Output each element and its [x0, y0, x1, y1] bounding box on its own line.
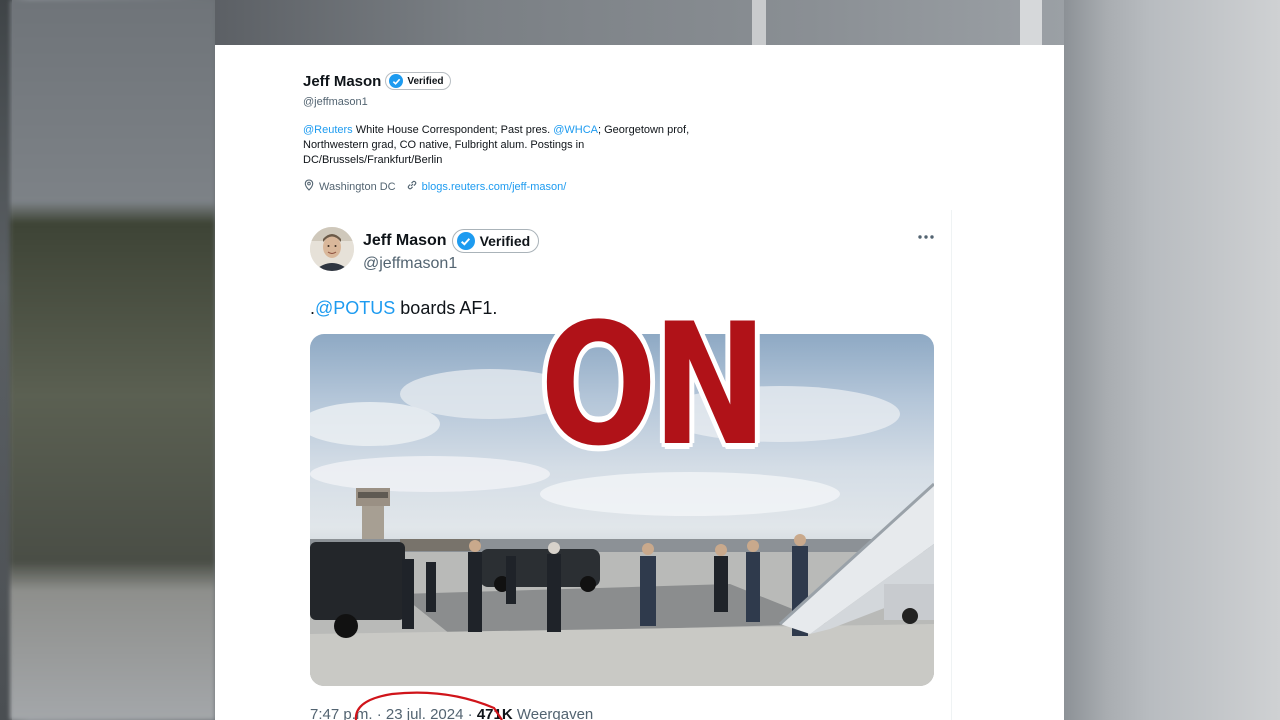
verified-badge[interactable]: Verified	[385, 72, 451, 90]
more-options-icon[interactable]	[917, 227, 935, 245]
verified-check-icon	[389, 74, 404, 88]
tweet-author: Jeff Mason Verified @jeffmason1	[363, 227, 540, 273]
background-post	[752, 0, 766, 45]
overlay-caption: ON	[540, 287, 767, 483]
background-left	[10, 0, 215, 720]
profile-name-row: Jeff Mason Verified	[303, 69, 823, 93]
tweet-author-handle[interactable]: @jeffmason1	[363, 255, 539, 273]
profile-bio: @Reuters White House Correspondent; Past…	[303, 123, 723, 168]
verified-label: Verified	[479, 233, 531, 249]
tweet-author-name[interactable]: Jeff Mason	[363, 232, 447, 250]
bio-mention-whca[interactable]: @WHCA	[553, 124, 598, 136]
avatar[interactable]	[310, 227, 354, 271]
tweet-divider	[951, 210, 952, 720]
tweet-mention-potus[interactable]: @POTUS	[315, 298, 395, 318]
verified-label: Verified	[407, 75, 444, 87]
background-top	[215, 0, 1064, 45]
profile-meta: Washington DC blogs.reuters.com/jeff-mas…	[303, 179, 823, 194]
tweet-verified-badge[interactable]: Verified	[451, 229, 540, 253]
location-pin-icon	[303, 179, 315, 194]
website-link[interactable]: blogs.reuters.com/jeff-mason/	[422, 181, 567, 193]
profile-website[interactable]: blogs.reuters.com/jeff-mason/	[406, 179, 567, 194]
profile-name[interactable]: Jeff Mason	[303, 73, 381, 90]
verified-check-icon	[456, 232, 475, 250]
background-right	[1064, 0, 1280, 720]
tweet-text-suffix: boards AF1.	[395, 298, 498, 318]
profile-header: Jeff Mason Verified @jeffmason1 @Reuters…	[303, 69, 823, 194]
link-icon	[406, 179, 418, 194]
location-text: Washington DC	[319, 180, 396, 193]
tweet-header: Jeff Mason Verified @jeffmason1	[310, 227, 935, 275]
bio-text: White House Correspondent; Past pres.	[352, 124, 554, 136]
profile-location: Washington DC	[303, 179, 396, 194]
views-label: Weergaven	[516, 706, 594, 720]
profile-handle: @jeffmason1	[303, 96, 368, 108]
bio-mention-reuters[interactable]: @Reuters	[303, 124, 353, 136]
red-circle-annotation	[354, 691, 503, 720]
tweet-name-row: Jeff Mason Verified	[363, 229, 540, 253]
background-post	[1020, 0, 1042, 45]
